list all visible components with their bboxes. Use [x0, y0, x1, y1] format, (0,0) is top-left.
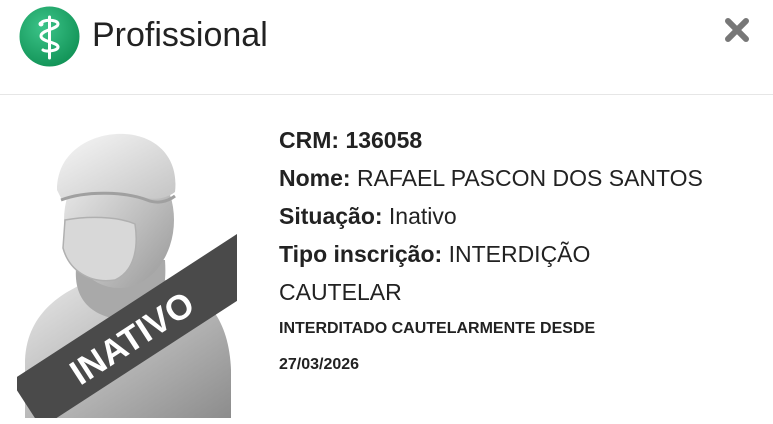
tipo-label: Tipo inscrição:: [279, 241, 443, 267]
nome-value: RAFAEL PASCON DOS SANTOS: [356, 165, 703, 191]
crm-label: CRM:: [279, 127, 340, 153]
close-icon[interactable]: [719, 12, 755, 48]
profile-photo: INATIVO: [17, 133, 237, 418]
interdiction-date: 27/03/2026: [279, 356, 360, 373]
nome-label: Nome:: [279, 165, 351, 191]
nome-row: Nome: RAFAEL PASCON DOS SANTOS: [279, 159, 759, 197]
crm-value: 136058: [345, 127, 423, 153]
modal-title: Profissional: [92, 16, 268, 54]
crm-row: CRM: 136058: [279, 121, 759, 159]
caduceus-icon: [19, 6, 80, 67]
profile-info: CRM: 136058 Nome: RAFAEL PASCON DOS SANT…: [279, 121, 759, 383]
modal-header: Profissional: [0, 0, 773, 95]
tipo-value: INTERDIÇÃO: [448, 241, 591, 267]
situacao-value: Inativo: [388, 203, 457, 229]
interdiction-note: INTERDITADO CAUTELARMENTE DESDE: [279, 320, 596, 337]
tipo-row: Tipo inscrição: INTERDIÇÃO: [279, 235, 759, 273]
tipo-value-continued: CAUTELAR: [279, 279, 402, 305]
situacao-row: Situação: Inativo: [279, 197, 759, 235]
situacao-label: Situação:: [279, 203, 383, 229]
